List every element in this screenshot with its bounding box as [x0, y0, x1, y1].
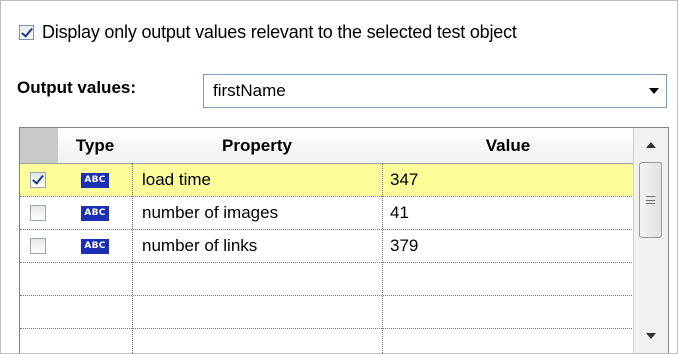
- display-only-relevant-checkbox[interactable]: [19, 24, 34, 40]
- value-cell[interactable]: 379: [390, 230, 418, 262]
- grid-divider: [20, 295, 634, 296]
- scroll-up-icon[interactable]: [634, 128, 668, 162]
- display-only-relevant-option[interactable]: Display only output values relevant to t…: [19, 19, 517, 45]
- row-checkbox[interactable]: [30, 238, 46, 254]
- output-values-selected: firstName: [213, 81, 286, 100]
- value-cell[interactable]: 347: [390, 164, 418, 196]
- column-header-value[interactable]: Value: [382, 128, 634, 163]
- table-row[interactable]: ABC load time 347: [20, 164, 634, 196]
- output-values-grid[interactable]: Type Property Value ABC load time 347 AB…: [19, 127, 669, 353]
- property-cell: load time: [142, 170, 211, 189]
- scroll-down-icon[interactable]: [634, 319, 668, 353]
- abc-string-icon: ABC: [81, 205, 109, 221]
- property-cell: number of links: [142, 236, 258, 255]
- grid-divider: [382, 163, 383, 353]
- abc-string-icon: ABC: [81, 238, 109, 254]
- grid-divider: [20, 196, 634, 197]
- row-checkbox[interactable]: [30, 205, 46, 221]
- row-checkbox[interactable]: [30, 172, 46, 188]
- table-row[interactable]: ABC number of links 379: [20, 230, 634, 262]
- property-cell: number of images: [142, 203, 279, 222]
- grid-divider: [132, 163, 133, 353]
- column-header-type[interactable]: Type: [58, 128, 132, 163]
- chevron-down-icon[interactable]: [642, 75, 666, 107]
- column-header-property[interactable]: Property: [132, 128, 382, 163]
- grid-header: Type Property Value: [20, 128, 634, 164]
- display-only-relevant-label: Display only output values relevant to t…: [42, 21, 517, 42]
- abc-string-icon: ABC: [81, 172, 109, 188]
- value-cell[interactable]: 41: [390, 197, 409, 229]
- grid-body: Type Property Value ABC load time 347 AB…: [20, 128, 634, 353]
- vertical-scrollbar[interactable]: [633, 128, 668, 353]
- grid-divider: [20, 262, 634, 263]
- grid-divider: [20, 229, 634, 230]
- scrollbar-thumb[interactable]: [639, 162, 662, 238]
- table-row[interactable]: ABC number of images 41: [20, 197, 634, 229]
- select-all-header[interactable]: [20, 128, 58, 163]
- output-values-dropdown[interactable]: firstName: [203, 74, 667, 108]
- output-values-panel: Display only output values relevant to t…: [0, 0, 678, 354]
- output-values-label: Output values:: [17, 78, 137, 97]
- grip-icon: [646, 196, 655, 204]
- grid-divider: [20, 328, 634, 329]
